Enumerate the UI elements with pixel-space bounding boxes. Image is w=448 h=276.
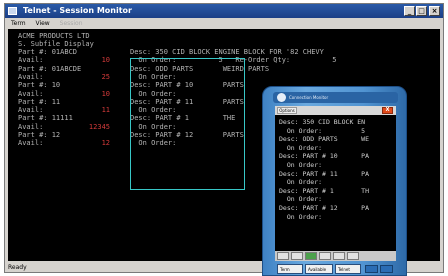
window-title: Telnet - Session Monitor xyxy=(23,6,132,15)
terminal-row-value: 12 xyxy=(101,139,110,148)
terminal-row-desc: Desc: 350 CID BLOCK ENGINE BLOCK FOR '82… xyxy=(130,48,324,56)
terminal-row-label: Avail: xyxy=(18,106,44,115)
key-button[interactable] xyxy=(277,252,289,260)
menu-session[interactable]: Session xyxy=(60,20,83,27)
menu-view[interactable]: View xyxy=(35,20,49,27)
app-icon xyxy=(8,7,17,15)
terminal-row-label: Avail: xyxy=(18,56,44,65)
terminal-row-label: Part #: 11 xyxy=(18,97,61,106)
device-brand: Connection Monitor xyxy=(289,95,329,100)
menu-term[interactable]: Term xyxy=(11,20,26,27)
device-line: Desc: ODD PARTS WE xyxy=(279,135,370,144)
terminal-row-label: Part #: 01ABCDE xyxy=(18,64,82,73)
keyboard-icon[interactable] xyxy=(365,265,378,273)
device-line: Desc: PART # 1 TH xyxy=(279,186,370,195)
maximize-button[interactable]: □ xyxy=(416,6,427,16)
device-taskbar: Term Available Telnet xyxy=(275,263,396,275)
key-button[interactable] xyxy=(347,252,359,260)
device-line: Desc: PART # 10 PA xyxy=(279,152,370,161)
terminal-row-label: Part #: 11111 xyxy=(18,114,73,123)
menu-bar: Term View Session xyxy=(5,18,443,29)
device-close-button[interactable]: X xyxy=(382,107,393,114)
windows-icon[interactable] xyxy=(380,265,393,273)
close-button[interactable]: × xyxy=(429,6,440,16)
key-button[interactable] xyxy=(333,252,345,260)
device-line: Desc: PART # 12 PA xyxy=(279,204,370,212)
terminal-row-value: 11 xyxy=(101,106,110,115)
terminal-row-value: 12345 xyxy=(88,122,110,131)
key-button-green[interactable] xyxy=(305,252,317,260)
taskbar-item-term[interactable]: Term xyxy=(277,264,303,274)
device-line: Desc: PART # 11 PA xyxy=(279,169,370,178)
minimize-button[interactable]: _ xyxy=(404,6,415,16)
taskbar-item-available[interactable]: Available xyxy=(305,264,333,274)
device-line: On Order: 5 xyxy=(279,126,366,135)
terminal-row-label: Part #: 10 xyxy=(18,81,61,90)
terminal-subheader: S. Subfile Display xyxy=(18,40,94,48)
device-line: On Order: xyxy=(279,161,323,169)
device-line: On Order: xyxy=(279,212,323,221)
title-bar[interactable]: Telnet - Session Monitor _ □ × xyxy=(5,4,443,18)
device-line: On Order: xyxy=(279,178,323,187)
device-logo-icon xyxy=(277,93,286,102)
device-toolbar: Options X xyxy=(275,106,396,115)
device-header: Connection Monitor xyxy=(273,92,398,103)
device-keypad xyxy=(275,251,396,261)
device-line: On Order: xyxy=(279,195,323,204)
terminal-row-label: Avail: xyxy=(18,139,44,148)
device-screen[interactable]: Desc: 350 CID BLOCK EN On Order: 5 Desc: … xyxy=(275,115,396,251)
selection-rectangle xyxy=(130,58,245,190)
terminal-row-label: Part #: 12 xyxy=(18,131,61,139)
terminal-header: ACME PRODUCTS LTD xyxy=(18,32,90,40)
terminal-row-value: 25 xyxy=(101,72,110,81)
device-line: On Order: xyxy=(279,143,323,152)
terminal-row-label: Avail: xyxy=(18,89,44,98)
handheld-device: Connection Monitor Options X Desc: 350 C… xyxy=(262,86,407,276)
terminal-row-label: Part #: 01ABCD xyxy=(18,48,78,56)
key-button[interactable] xyxy=(291,252,303,260)
device-line: Desc: 350 CID BLOCK EN xyxy=(279,118,366,126)
terminal-row-label: Avail: xyxy=(18,122,44,131)
terminal-row-label: Avail: xyxy=(18,72,44,81)
taskbar-item-telnet[interactable]: Telnet xyxy=(335,264,361,274)
terminal-row-value: 10 xyxy=(101,56,110,65)
tab-options[interactable]: Options xyxy=(277,107,297,114)
key-button[interactable] xyxy=(319,252,331,260)
terminal-row-value: 10 xyxy=(101,89,110,98)
